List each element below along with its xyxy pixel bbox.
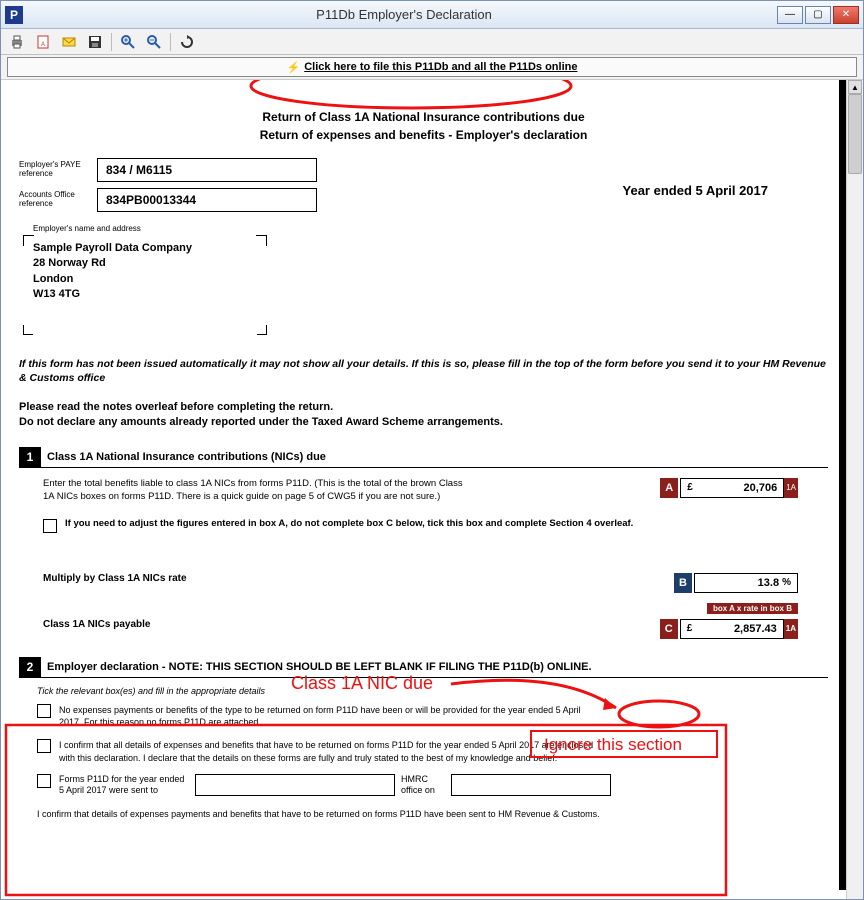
box-c-suffix: 1A (784, 619, 798, 639)
s2-confirm-text: I confirm that details of expenses payme… (37, 808, 820, 820)
box-b-field: 13.8% (694, 573, 798, 593)
zoom-out-icon[interactable] (144, 32, 164, 52)
auto-issue-note: If this form has not been issued automat… (19, 357, 828, 386)
page-area: Return of Class 1A National Insurance co… (1, 80, 846, 899)
employer-postcode: W13 4TG (33, 287, 257, 302)
dec2-checkbox[interactable] (37, 739, 51, 753)
box-b-label: B (674, 573, 692, 593)
s1-payable-text: Class 1A NICs payable (43, 619, 150, 630)
zoom-in-icon[interactable] (118, 32, 138, 52)
scroll-up-arrow[interactable]: ▲ (848, 80, 862, 94)
dec2-text: I confirm that all details of expenses a… (59, 739, 599, 764)
box-a-field: £20,706 (680, 478, 784, 498)
window-buttons: — ▢ ✕ (777, 6, 859, 24)
file-online-label: Click here to file this P11Db and all th… (304, 61, 577, 73)
header-line2: Return of expenses and benefits - Employ… (19, 126, 828, 144)
toolbar: A (1, 29, 863, 55)
mail-icon[interactable] (59, 32, 79, 52)
box-c-label: C (660, 619, 678, 639)
box-c-field: £2,857.43 (680, 619, 784, 639)
file-online-button[interactable]: ⚡ Click here to file this P11Db and all … (7, 57, 857, 77)
minimize-button[interactable]: — (777, 6, 803, 24)
ao-ref-label: Accounts Office reference (19, 191, 97, 209)
employer-label: Employer's name and address (33, 224, 828, 233)
employer-name: Sample Payroll Data Company (33, 241, 257, 256)
section-1-title: Class 1A National Insurance contribution… (41, 447, 828, 468)
dec3-sent-to-input[interactable] (195, 774, 395, 796)
file-bar-highlight (251, 80, 571, 108)
pdf-icon[interactable]: A (33, 32, 53, 52)
dec1-text: No expenses payments or benefits of the … (59, 704, 599, 729)
box-c-note: box A x rate in box B (707, 603, 798, 614)
section-2-title: Employer declaration - NOTE: THIS SECTIO… (41, 657, 828, 678)
box-a-suffix: 1A (784, 478, 798, 498)
window: P P11Db Employer's Declaration — ▢ ✕ A ⚡… (0, 0, 864, 900)
svg-text:A: A (41, 42, 45, 48)
header-line1: Return of Class 1A National Insurance co… (19, 108, 828, 126)
s1-multiply-text: Multiply by Class 1A NICs rate (43, 573, 187, 584)
print-icon[interactable] (7, 32, 27, 52)
paye-ref-value: 834 / M6115 (97, 158, 317, 182)
box-a: A £20,706 1A (660, 478, 798, 498)
box-b: B 13.8% (674, 573, 798, 593)
year-end: Year ended 5 April 2017 (623, 183, 768, 198)
paye-ref-label: Employer's PAYE reference (19, 161, 97, 179)
box-a-label: A (660, 478, 678, 498)
scroll-thumb[interactable] (848, 94, 862, 174)
employer-city: London (33, 272, 257, 287)
save-icon[interactable] (85, 32, 105, 52)
viewport: Return of Class 1A National Insurance co… (1, 79, 863, 899)
dec3-checkbox[interactable] (37, 774, 51, 788)
section-1-head: 1 Class 1A National Insurance contributi… (19, 447, 828, 468)
vertical-scrollbar[interactable]: ▲ (846, 80, 863, 899)
ao-ref-value: 834PB00013344 (97, 188, 317, 212)
read-notes: Please read the notes overleaf before co… (19, 400, 828, 431)
app-icon: P (5, 6, 23, 24)
document: Return of Class 1A National Insurance co… (19, 108, 828, 828)
dec3-label-b: HMRC office on (401, 774, 445, 796)
section-1-number: 1 (19, 447, 41, 468)
s2-tick-label: Tick the relevant box(es) and fill in th… (37, 686, 820, 696)
section-1-body: Enter the total benefits liable to class… (19, 468, 828, 647)
s1-enter-text: Enter the total benefits liable to class… (43, 478, 463, 504)
refresh-icon[interactable] (177, 32, 197, 52)
bolt-icon: ⚡ (287, 61, 301, 74)
adjust-text: If you need to adjust the figures entere… (65, 518, 633, 533)
section-2-body: Tick the relevant box(es) and fill in th… (19, 678, 828, 829)
close-button[interactable]: ✕ (833, 6, 859, 24)
employer-address: Sample Payroll Data Company 28 Norway Rd… (25, 237, 265, 307)
titlebar: P P11Db Employer's Declaration — ▢ ✕ (1, 1, 863, 29)
window-title: P11Db Employer's Declaration (31, 7, 777, 22)
dec3-label-a: Forms P11D for the year ended 5 April 20… (59, 774, 189, 796)
restore-button[interactable]: ▢ (805, 6, 831, 24)
doc-header: Return of Class 1A National Insurance co… (19, 108, 828, 144)
page-edge (839, 80, 846, 890)
dec3-office-on-input[interactable] (451, 774, 611, 796)
section-2-head: 2 Employer declaration - NOTE: THIS SECT… (19, 657, 828, 678)
adjust-checkbox[interactable] (43, 519, 57, 533)
file-bar-row: ⚡ Click here to file this P11Db and all … (1, 55, 863, 79)
dec1-checkbox[interactable] (37, 704, 51, 718)
employer-addr1: 28 Norway Rd (33, 256, 257, 271)
section-2-number: 2 (19, 657, 41, 678)
box-c: C £2,857.43 1A (660, 619, 798, 639)
